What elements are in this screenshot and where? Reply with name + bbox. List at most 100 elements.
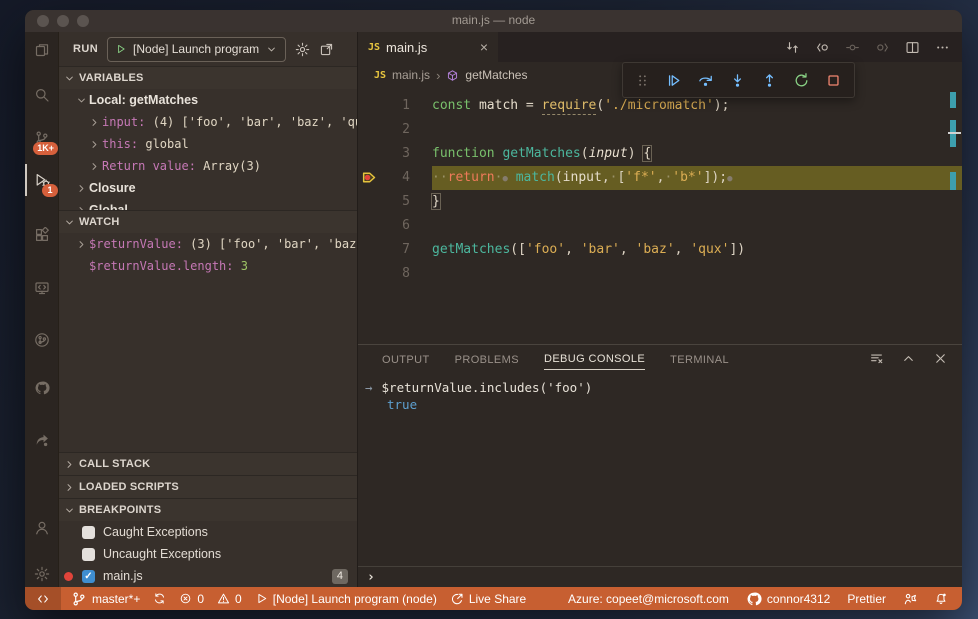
gear-icon[interactable] [295,42,310,57]
variable-scope-row[interactable]: Global [59,199,357,210]
warning-icon [217,592,230,605]
code-line-6[interactable]: 6 [358,214,962,238]
split-editor-icon[interactable] [905,40,920,55]
expression-arrow-icon: → [365,380,373,395]
watch-row[interactable]: $returnValue.length: 3 [59,255,357,277]
extensions-icon [34,227,50,243]
close-icon[interactable] [933,351,948,366]
watch-row[interactable]: $returnValue: (3) ['foo', 'bar', 'baz'] [59,233,357,255]
start-debug-icon[interactable] [115,43,127,55]
variable-row[interactable]: input: (4) ['foo', 'bar', 'baz', 'qux'] [59,111,357,133]
activity-item-share[interactable] [25,423,58,457]
checkbox[interactable] [82,525,95,539]
gutter[interactable]: 4 [358,166,432,190]
code-editor[interactable]: 1 const match = require('./micromatch'); 2… [358,88,962,344]
nav-forward-icon [875,40,890,55]
prettier-status[interactable]: Prettier [847,592,886,606]
code-line-7[interactable]: 7 getMatches(['foo', 'bar', 'baz', 'qux']… [358,238,962,262]
azure-account-status[interactable]: Azure: copeet@microsoft.com [568,592,729,606]
watch-header-label: WATCH [79,216,120,228]
section-header-call-stack[interactable]: CALL STACK [59,452,357,475]
code-line-4[interactable]: 4 ··return·● match(input,·['f*',·'b*']);● [358,166,962,190]
panel-tab-output[interactable]: OUTPUT [382,348,430,370]
git-branch-status[interactable]: master*+ [71,591,140,607]
sidebar-bottom-sections: CALL STACK LOADED SCRIPTS BREAKPOINTS Caugh… [59,452,357,587]
symbol-cube-icon [446,69,459,82]
watch-section-header[interactable]: WATCH [59,210,357,233]
live-share-status[interactable]: Live Share [450,592,526,606]
activity-item-extensions[interactable] [25,218,58,252]
breadcrumb-file[interactable]: main.js [392,68,430,82]
breakpoint-row[interactable]: Uncaught Exceptions [59,543,357,565]
variables-section-header[interactable]: VARIABLES [59,66,357,89]
gutter[interactable]: 7 [358,238,432,262]
launch-config-label: [Node] Launch program [133,42,260,56]
section-header-loaded-scripts[interactable]: LOADED SCRIPTS [59,475,357,498]
step-over-icon[interactable] [697,72,714,89]
open-changes-icon[interactable] [785,40,800,55]
restart-icon[interactable] [793,72,810,89]
gutter[interactable]: 6 [358,214,432,238]
stop-icon[interactable] [825,72,842,89]
open-console-icon[interactable] [319,42,334,57]
activity-item-accounts[interactable] [25,511,58,545]
github-icon [746,591,762,607]
gutter[interactable]: 1 [358,94,432,118]
gutter[interactable]: 3 [358,142,432,166]
breakpoint-row[interactable]: Caught Exceptions [59,521,357,543]
code-line-3[interactable]: 3 function getMatches(input) { [358,142,962,166]
variable-row[interactable]: this: global [59,133,357,155]
debug-launch-status[interactable]: [Node] Launch program (node) [255,592,437,606]
checkbox[interactable] [82,547,95,561]
problems-warnings[interactable]: 0 [217,592,242,606]
activity-item-settings[interactable] [25,557,58,591]
tab-main-js[interactable]: JS main.js × [358,32,498,62]
code-line-2[interactable]: 2 [358,118,962,142]
more-actions-icon[interactable] [935,40,950,55]
js-file-icon: JS [368,41,381,53]
nav-back-icon[interactable] [815,40,830,55]
drag-grip-icon[interactable] [635,73,650,88]
code-line-8[interactable]: 8 [358,262,962,286]
clear-console-icon[interactable] [869,351,884,366]
step-out-icon[interactable] [761,72,778,89]
gutter[interactable]: 2 [358,118,432,142]
activity-item-github[interactable] [25,371,58,405]
gutter[interactable]: 8 [358,262,432,286]
notifications-bell[interactable] [934,592,948,606]
sync-status[interactable] [153,592,166,605]
panel-tab-debug-console[interactable]: DEBUG CONSOLE [543,347,646,370]
overview-ruler-mark [950,172,956,190]
collapse-panel-icon[interactable] [901,351,916,366]
code-line-5[interactable]: 5} [358,190,962,214]
share-icon [34,432,50,448]
panel-tab-problems[interactable]: PROBLEMS [455,348,519,370]
feedback-button[interactable] [903,592,917,606]
activity-item-circled-branch[interactable] [25,323,58,357]
activity-item-search[interactable] [25,78,58,112]
status-bar: master*+ 0 0 [Node] Launch program (node) Li… [25,587,962,610]
variable-row[interactable]: Return value: Array(3) [59,155,357,177]
variable-scope-row[interactable]: Closure [59,177,357,199]
continue-icon[interactable] [665,72,682,89]
section-header-breakpoints[interactable]: BREAKPOINTS [59,498,357,521]
launch-config-dropdown[interactable]: [Node] Launch program [107,36,287,62]
close-tab-icon[interactable]: × [480,39,488,55]
activity-item-run-and-debug[interactable]: 1 [25,163,58,197]
gutter[interactable]: 5 [358,190,432,214]
line-number: 7 [402,242,410,257]
debug-console-input[interactable]: › [358,566,962,587]
chevron-right-icon [86,138,102,151]
github-account-status[interactable]: connor4312 [746,591,830,607]
activity-item-source-control[interactable]: 1K+ [25,121,58,155]
variable-scope-row[interactable]: Local: getMatches [59,89,357,111]
panel-tab-terminal[interactable]: TERMINAL [670,348,729,370]
step-into-icon[interactable] [729,72,746,89]
activity-item-explorer[interactable] [25,33,58,67]
activity-item-remote-explorer[interactable] [25,271,58,305]
breakpoint-row[interactable]: ✓ main.js 4 [59,565,357,587]
checkbox[interactable]: ✓ [82,569,95,583]
breadcrumb-symbol[interactable]: getMatches [465,68,527,82]
titlebar[interactable]: main.js — node [25,10,962,32]
problems-errors[interactable]: 0 [179,592,204,606]
